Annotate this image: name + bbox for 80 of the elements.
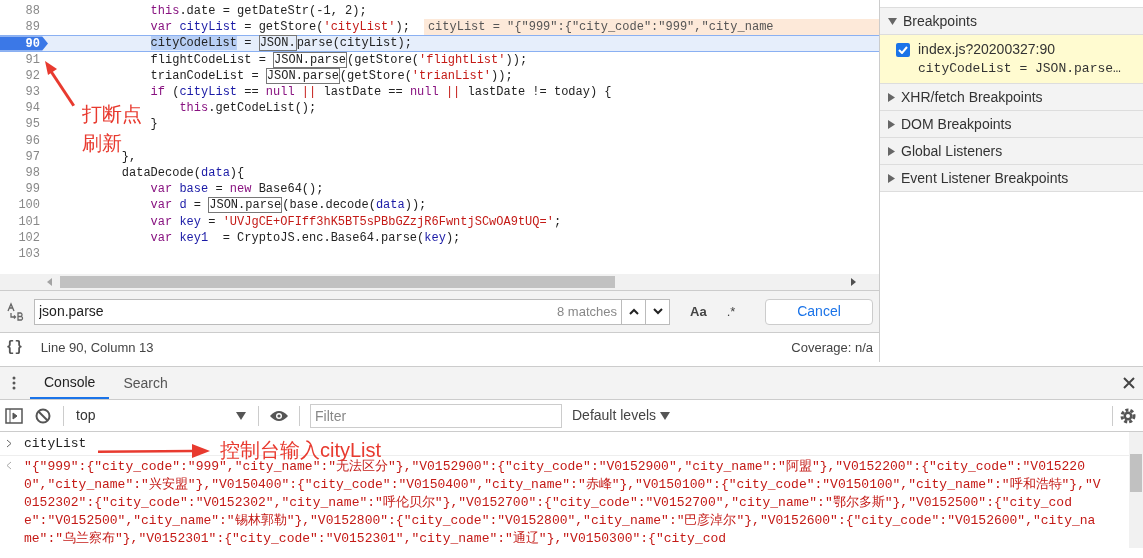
context-dropdown[interactable]: top — [76, 405, 246, 426]
line-number[interactable]: 91 — [0, 51, 48, 68]
eye-icon[interactable] — [269, 409, 289, 422]
scrollbar-thumb[interactable] — [60, 276, 615, 288]
code-line: dataDecode(data){ — [121, 164, 245, 181]
line-number[interactable]: 93 — [0, 84, 48, 101]
collapsed-arrow-icon — [888, 119, 895, 129]
code-line: var d = JSON.parse(base.decode(data)); — [150, 197, 427, 214]
cancel-button[interactable]: Cancel — [765, 298, 873, 325]
section-header[interactable]: DOM Breakpoints — [880, 111, 1143, 138]
prompt-icon — [6, 439, 12, 448]
line-number[interactable]: 102 — [0, 229, 48, 246]
annotation-arrow — [45, 61, 75, 107]
result-icon — [6, 461, 12, 470]
search-input: json.parse — [35, 301, 553, 322]
scroll-right-icon[interactable] — [849, 277, 857, 287]
code-line: flightCodeList = JSON.parse(getStore('flightList')); — [150, 51, 528, 68]
section-header[interactable]: Event Listener Breakpoints — [880, 165, 1143, 192]
filter-field[interactable]: Filter — [310, 403, 562, 428]
chevron-down-icon — [652, 308, 663, 315]
code-line: this.date = getDateStr(-1, 2); — [150, 3, 367, 20]
collapsed-arrow-icon — [888, 92, 895, 102]
collapsed-arrow-icon — [888, 146, 895, 156]
line-number[interactable]: 95 — [0, 116, 48, 133]
line-number[interactable]: 103 — [0, 245, 48, 262]
line-number[interactable]: 101 — [0, 213, 48, 230]
line-number[interactable]: 92 — [0, 67, 48, 84]
code-line: this.getCodeList(); — [179, 100, 317, 117]
code-line: var key1 = CryptoJS.enc.Base64.parse(key); — [150, 229, 461, 246]
scrollbar-thumb[interactable] — [1130, 454, 1142, 492]
section-header[interactable]: Breakpoints — [880, 8, 1143, 35]
section-header[interactable]: XHR/fetch Breakpoints — [880, 84, 1143, 111]
code-line: var key = 'UVJgCE+OFIff3hK5BT5sPBbGZzjR6FwntjSCwOA9tUQ='; — [150, 213, 562, 230]
code-line: var base = new Base64(); — [150, 181, 324, 198]
inline-value: cityList = "{"999":{"city_code":"999","city_name — [423, 19, 879, 36]
code-line: var cityList = getStore('cityList'); — [150, 19, 410, 36]
code-line: } — [150, 116, 158, 133]
line-number[interactable]: 97 — [0, 148, 48, 165]
replace-icon[interactable] — [6, 301, 26, 322]
close-icon[interactable] — [1123, 377, 1135, 389]
regex-button[interactable]: .* — [726, 301, 736, 322]
line-number[interactable]: 90 — [0, 36, 48, 51]
more-options-icon[interactable] — [12, 376, 16, 390]
line-number[interactable]: 89 — [0, 19, 48, 36]
chevron-up-icon — [628, 308, 639, 315]
cursor-position: Line 90, Column 13 — [40, 338, 154, 357]
levels-dropdown[interactable]: Default levels — [572, 405, 671, 426]
code-line: trianCodeList = JSON.parse(getStore('trianList')); — [150, 67, 513, 84]
line-number[interactable]: 98 — [0, 164, 48, 181]
match-count: 8 matches — [556, 302, 618, 321]
settings-icon[interactable] — [1119, 406, 1137, 425]
collapsed-arrow-icon — [888, 173, 895, 183]
search-field[interactable]: json.parse 8 matches — [34, 298, 670, 325]
dropdown-icon — [660, 411, 671, 420]
line-number[interactable]: 94 — [0, 100, 48, 117]
code-line: if (cityList == null || lastDate == null || lastDate != today) { — [150, 84, 612, 101]
breakpoint-checkbox[interactable] — [896, 43, 910, 57]
code-line: cityCodeList = JSON.parse(cityList); — [150, 35, 412, 52]
format-button[interactable]: {} — [6, 337, 23, 358]
breakpoint-location[interactable]: index.js?20200327:90 — [918, 40, 1121, 59]
drawer-tab[interactable]: Console — [30, 367, 110, 399]
breakpoint-code: cityCodeList = JSON.parse… — [918, 60, 1121, 78]
line-number[interactable]: 99 — [0, 181, 48, 198]
dropdown-icon — [236, 411, 246, 420]
section-header[interactable]: Global Listeners — [880, 138, 1143, 165]
code-line: }, — [121, 149, 137, 165]
expanded-arrow-icon — [888, 17, 897, 25]
line-number[interactable]: 96 — [0, 132, 48, 149]
match-case-button[interactable]: Aa — [690, 301, 707, 322]
line-number[interactable]: 88 — [0, 3, 48, 20]
drawer-tab[interactable]: Search — [109, 367, 182, 399]
annotation-text: 控制台输入cityList — [220, 438, 382, 461]
clear-icon[interactable] — [35, 407, 51, 424]
annotation-text: 打断点 — [82, 102, 142, 126]
coverage-status: Coverage: n/a — [791, 338, 873, 357]
console-command-text: cityList — [24, 434, 87, 453]
annotation-text: 刷新 — [82, 131, 122, 154]
console-output: "{"999":{"city_code":"999","city_name":"无法区分"},"V0152900":{"city_code":"V0152900","city_name":"阿盟"},"V0152200":{"city_code":"V0152200","city_name":"兴安盟"},"V0150400":{"city_code":"V0150400","city_name":"赤峰"},"V0150100":{"city_code":"V0150100","city_name":"呼和浩特"},"V0152302":{"city_code":"V0152302","city_name":"呼伦贝尔"},"V0152700":{"city_code":"V0152700","city_name":"鄂尔多斯"},"V0152500":{"city_code":"V0152500","city_name":"锡林郭勒"},"V0152800":{"city_code":"V0152800","city_name":"巴彦淖尔"},"V0152600":{"city_code":"V0152600","city_name":"乌兰察布"},"V0152301":{"city_code":"V0152301","city_name":"通辽"},"V0150300":{"city_cod — [24, 459, 1102, 548]
line-number[interactable]: 100 — [0, 197, 48, 214]
sidebar-toggle-icon[interactable] — [5, 407, 23, 424]
